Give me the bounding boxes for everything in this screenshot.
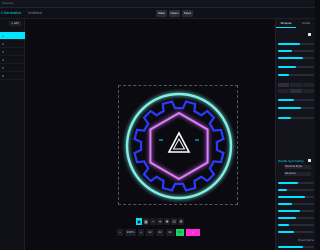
zoom-bar: − 100% + 1x 2x 4x 8x ⤓ <box>117 229 232 236</box>
section-title: Radial Symmetry <box>278 159 304 163</box>
style-select[interactable]: Shadow Style <box>284 165 311 169</box>
sidebar-item[interactable]: 4 <box>0 56 25 64</box>
slider[interactable] <box>278 196 314 198</box>
slider[interactable] <box>278 203 314 205</box>
export-button[interactable]: ⤓ <box>186 229 200 236</box>
option-buttons <box>278 89 314 93</box>
slider[interactable] <box>278 217 314 219</box>
app-brand: t Generator <box>1 11 22 15</box>
gear-shape <box>133 100 225 192</box>
generated-art <box>125 92 233 200</box>
panel-tabs: Shapes Code <box>276 19 316 28</box>
scale-2x-button[interactable]: 2x <box>156 229 164 236</box>
move-icon[interactable]: ✥ <box>164 218 170 225</box>
settings-icon[interactable]: ⚙ <box>178 218 184 225</box>
minus-icon[interactable]: − <box>150 218 156 225</box>
section-toggle[interactable] <box>308 159 311 162</box>
title-bar: Preview <box>0 0 315 8</box>
accent-dash <box>159 139 163 141</box>
artboard[interactable] <box>118 85 238 205</box>
canvas-toolbar: ▣ ▦ − + ✥ ⊡ ⚙ <box>136 218 210 225</box>
new-button[interactable]: New <box>156 10 167 17</box>
slider[interactable] <box>278 224 314 226</box>
zoom-in-icon[interactable]: + <box>138 229 144 236</box>
grid-icon[interactable]: ▦ <box>143 218 149 225</box>
scale-8x-button[interactable]: 8x <box>176 229 184 236</box>
slider[interactable] <box>278 182 314 184</box>
slider[interactable] <box>278 43 314 45</box>
properties-panel: Shapes Code Radial Symmetry Shadow Style… <box>275 19 315 250</box>
zoom-level: 100% <box>125 229 136 236</box>
select-icon[interactable]: ▣ <box>136 218 142 225</box>
open-button[interactable]: Open <box>169 10 180 17</box>
canvas-area[interactable]: ▣ ▦ − + ✥ ⊡ ⚙ − 100% + 1x 2x 4x 8x ⤓ <box>25 19 275 250</box>
add-layer-button[interactable]: + Add <box>9 21 21 26</box>
window-title: Preview <box>2 1 14 5</box>
fit-icon[interactable]: ⊡ <box>171 218 177 225</box>
sidebar-item[interactable]: 3 <box>0 48 25 56</box>
slider[interactable] <box>278 99 314 101</box>
slider[interactable] <box>278 246 314 248</box>
sidebar-item[interactable]: 2 <box>0 40 25 48</box>
slider[interactable] <box>278 231 314 233</box>
slider[interactable] <box>278 210 314 212</box>
scale-4x-button[interactable]: 4x <box>166 229 174 236</box>
scale-1x-button[interactable]: 1x <box>146 229 154 236</box>
slider[interactable] <box>278 57 314 59</box>
save-button[interactable]: Save <box>182 10 193 17</box>
outer-ring <box>125 92 233 200</box>
project-name[interactable]: Untitled <box>28 11 42 15</box>
option-button[interactable] <box>302 83 314 87</box>
option-buttons <box>278 83 314 87</box>
slider[interactable] <box>278 66 314 68</box>
slider[interactable] <box>278 107 314 109</box>
option-button[interactable] <box>278 83 290 87</box>
plus-icon[interactable]: + <box>157 218 163 225</box>
option-button[interactable] <box>290 89 302 93</box>
mode-select[interactable]: Rainbow <box>284 172 311 176</box>
checkbox[interactable] <box>308 33 311 36</box>
zoom-out-icon[interactable]: − <box>117 229 123 236</box>
option-button[interactable] <box>302 89 314 93</box>
sidebar-item[interactable]: 5 <box>0 64 25 72</box>
preset-label: Preset Name <box>298 239 314 242</box>
slider[interactable] <box>278 117 314 119</box>
slider[interactable] <box>278 189 314 191</box>
option-button[interactable] <box>290 83 302 87</box>
tab-shapes[interactable]: Shapes <box>276 19 296 28</box>
slider[interactable] <box>278 74 314 76</box>
layer-sidebar: + Add 1 2 3 4 5 6 <box>0 19 25 250</box>
sidebar-item[interactable]: 1 <box>0 32 25 40</box>
sidebar-item[interactable]: 6 <box>0 72 25 80</box>
slider[interactable] <box>278 50 314 52</box>
top-bar: t Generator Untitled New Open Save <box>0 8 315 19</box>
hexagon-shape <box>149 111 209 181</box>
tab-code[interactable]: Code <box>296 19 316 28</box>
accent-dash <box>195 139 199 141</box>
option-button[interactable] <box>278 89 290 93</box>
